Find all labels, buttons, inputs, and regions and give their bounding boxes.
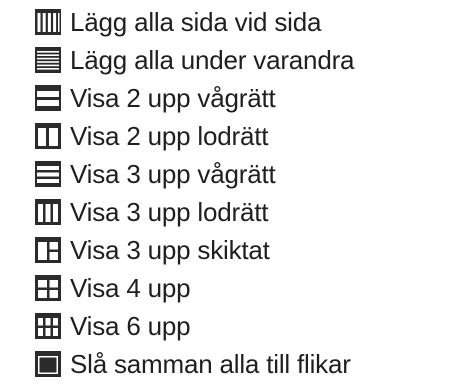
tile-vertical-columns-icon (34, 8, 62, 36)
three-up-stacked-icon (34, 236, 62, 264)
merge-into-tabs-icon (34, 350, 62, 378)
two-up-horizontal-icon (34, 84, 62, 112)
menu-item-label: Lägg alla sida vid sida (70, 7, 322, 37)
menu-item-label: Visa 4 upp (70, 273, 191, 303)
two-up-vertical-icon (34, 122, 62, 150)
menu-item-tile-side-by-side[interactable]: Lägg alla sida vid sida (34, 4, 321, 40)
menu-item-three-up-horizontal[interactable]: Visa 3 upp vågrätt (34, 156, 276, 192)
menu-item-three-up-stacked[interactable]: Visa 3 upp skiktat (34, 232, 270, 268)
three-up-horizontal-icon (34, 160, 62, 188)
menu-item-two-up-horizontal[interactable]: Visa 2 upp vågrätt (34, 80, 276, 116)
menu-item-merge-all-into-tabs[interactable]: Slå samman alla till flikar (34, 346, 351, 382)
menu-item-label: Visa 2 upp vågrätt (70, 83, 276, 113)
menu-item-two-up-vertical[interactable]: Visa 2 upp lodrätt (34, 118, 268, 154)
menu-item-three-up-vertical[interactable]: Visa 3 upp lodrätt (34, 194, 268, 230)
menu-item-label: Visa 2 upp lodrätt (70, 121, 269, 151)
menu-item-label: Visa 3 upp lodrätt (70, 197, 269, 227)
four-up-grid-icon (34, 274, 62, 302)
menu-item-label: Visa 3 upp vågrätt (70, 159, 276, 189)
menu-item-label: Visa 3 upp skiktat (70, 235, 270, 265)
menu-item-label: Lägg alla under varandra (70, 45, 355, 75)
menu-item-four-up[interactable]: Visa 4 upp (34, 270, 191, 306)
window-layout-menu: Lägg alla sida vid sida Lägg alla under … (0, 0, 449, 391)
menu-item-label: Visa 6 upp (70, 311, 191, 341)
stack-horizontal-rows-icon (34, 46, 62, 74)
menu-item-six-up[interactable]: Visa 6 upp (34, 308, 191, 344)
six-up-grid-icon (34, 312, 62, 340)
menu-item-stack-vertically[interactable]: Lägg alla under varandra (34, 42, 355, 78)
three-up-vertical-icon (34, 198, 62, 226)
menu-item-label: Slå samman alla till flikar (70, 349, 351, 379)
